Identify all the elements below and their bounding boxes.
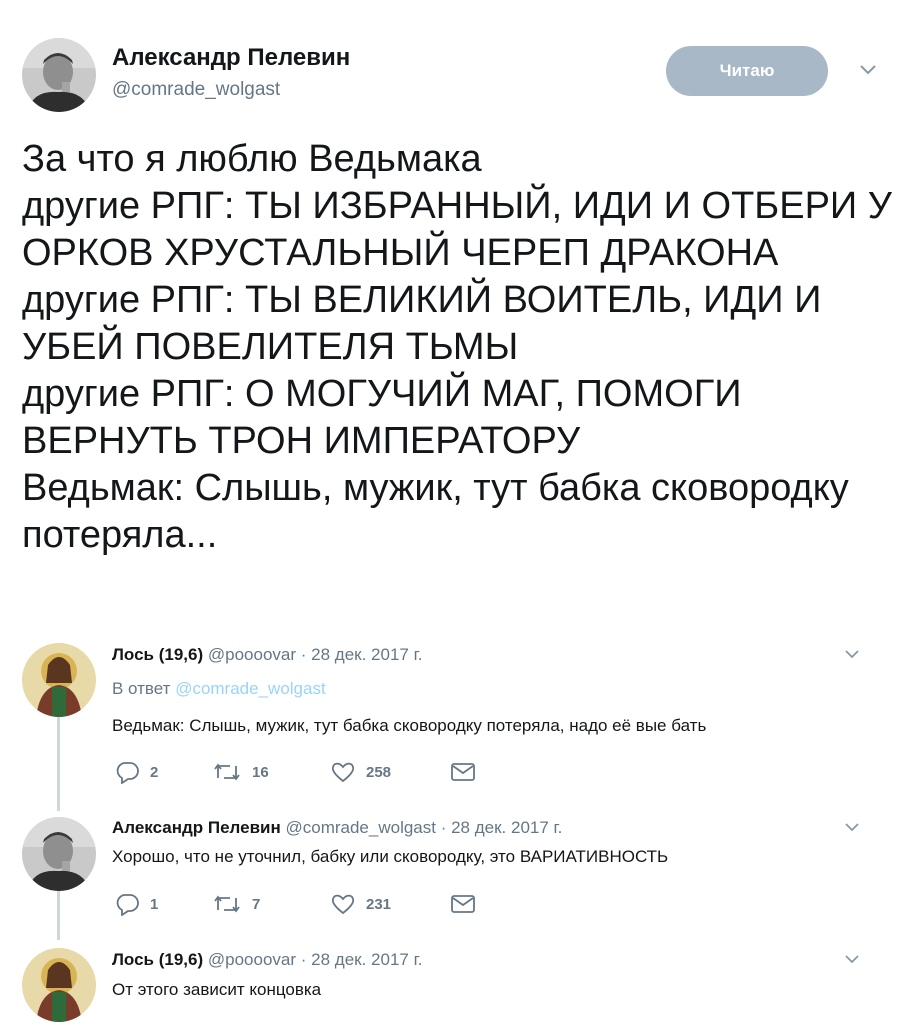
reply-actions: 1 7 231 xyxy=(114,892,476,916)
reply-action[interactable]: 1 xyxy=(114,892,212,916)
thread-line xyxy=(57,890,60,940)
replying-to-handle[interactable]: @comrade_wolgast xyxy=(175,679,326,698)
reply-menu-button[interactable] xyxy=(842,819,862,837)
author-name[interactable]: Александр Пелевин xyxy=(112,44,350,72)
reply-avatar[interactable] xyxy=(22,643,96,717)
reply-count: 2 xyxy=(150,763,159,781)
chevron-down-icon xyxy=(860,65,876,75)
retweet-count: 16 xyxy=(252,763,269,781)
chevron-down-icon xyxy=(845,823,859,832)
reply-header: Лось (19,6) @poooovar · 28 дек. 2017 г. xyxy=(112,950,422,970)
author-avatar[interactable] xyxy=(22,38,96,112)
heart-icon xyxy=(331,894,355,915)
retweet-icon xyxy=(214,763,240,781)
heart-icon xyxy=(331,762,355,783)
retweet-count: 7 xyxy=(252,895,261,913)
reply-author-name[interactable]: Лось (19,6) xyxy=(112,950,203,969)
reply-header: Александр Пелевин @comrade_wolgast · 28 … xyxy=(112,818,562,838)
chevron-down-icon xyxy=(845,650,859,659)
retweet-icon xyxy=(214,895,240,913)
thread-line xyxy=(57,717,60,811)
reply-actions: 2 16 258 xyxy=(114,760,476,784)
envelope-icon xyxy=(451,895,475,913)
reply-author-name[interactable]: Александр Пелевин xyxy=(112,818,281,837)
reply-author-name[interactable]: Лось (19,6) xyxy=(112,645,203,664)
reply-menu-button[interactable] xyxy=(842,646,862,664)
like-count: 231 xyxy=(366,895,392,913)
envelope-icon xyxy=(451,763,475,781)
following-button[interactable]: Читаю xyxy=(666,46,828,96)
retweet-action[interactable]: 7 xyxy=(212,892,330,916)
retweet-action[interactable]: 16 xyxy=(212,760,330,784)
reply-avatar[interactable] xyxy=(22,948,96,1022)
tweet-menu-button[interactable] xyxy=(856,60,880,80)
reply-text: Хорошо, что не уточнил, бабку или сковор… xyxy=(112,847,669,866)
reply-icon xyxy=(116,762,139,784)
tweet-text: За что я люблю Ведьмака другие РПГ: ТЫ И… xyxy=(22,138,892,556)
like-action[interactable]: 231 xyxy=(330,892,450,916)
reply-date[interactable]: · 28 дек. 2017 г. xyxy=(441,818,563,837)
author-handle[interactable]: @comrade_wolgast xyxy=(112,79,280,101)
reply-icon xyxy=(116,894,139,916)
reply-author-handle[interactable]: @poooovar xyxy=(208,950,296,969)
reply-avatar[interactable] xyxy=(22,817,96,891)
like-count: 258 xyxy=(366,763,392,781)
reply-date[interactable]: · 28 дек. 2017 г. xyxy=(301,645,423,664)
replying-to: В ответ @comrade_wolgast xyxy=(112,679,326,699)
reply-action[interactable]: 2 xyxy=(114,760,212,784)
reply-menu-button[interactable] xyxy=(842,951,862,969)
reply-date[interactable]: · 28 дек. 2017 г. xyxy=(301,950,423,969)
dm-action[interactable] xyxy=(450,761,476,783)
like-action[interactable]: 258 xyxy=(330,760,450,784)
chevron-down-icon xyxy=(845,955,859,964)
reply-header: Лось (19,6) @poooovar · 28 дек. 2017 г. xyxy=(112,645,422,665)
reply-text: От этого зависит концовка xyxy=(112,980,322,999)
reply-text: Ведьмак: Слышь, мужик, тут бабка сковоро… xyxy=(112,716,707,735)
reply-author-handle[interactable]: @poooovar xyxy=(208,645,296,664)
reply-author-handle[interactable]: @comrade_wolgast xyxy=(285,818,436,837)
dm-action[interactable] xyxy=(450,893,476,915)
replying-to-label: В ответ xyxy=(112,679,171,698)
reply-count: 1 xyxy=(150,895,159,913)
